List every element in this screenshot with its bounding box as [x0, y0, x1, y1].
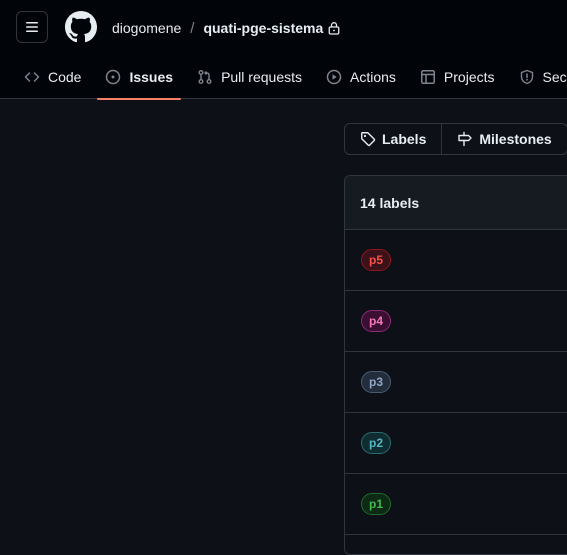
- tab-projects[interactable]: Projects: [412, 55, 503, 99]
- repo-tabs: Code Issues Pull requests Actions: [16, 55, 567, 99]
- tab-issues-label: Issues: [129, 69, 173, 85]
- label-row: p3: [345, 352, 567, 413]
- label-rows: p5 p4 p3 p2 p1: [345, 230, 567, 535]
- shield-icon: [519, 69, 535, 85]
- labels-button[interactable]: Labels: [345, 124, 441, 154]
- label-row: p4: [345, 291, 567, 352]
- git-pull-request-icon: [197, 69, 213, 85]
- lock-icon: [328, 21, 340, 35]
- table-icon: [420, 69, 436, 85]
- label-badge[interactable]: p3: [361, 371, 391, 393]
- tab-actions[interactable]: Actions: [318, 55, 404, 99]
- menu-button[interactable]: [16, 11, 48, 43]
- repo-owner-link[interactable]: diogomene: [112, 20, 181, 36]
- labels-count: 14 labels: [345, 176, 567, 230]
- hamburger-icon: [24, 19, 40, 35]
- label-badge[interactable]: p4: [361, 310, 391, 332]
- labels-milestones-toggle: Labels Milestones: [344, 123, 567, 155]
- label-badge[interactable]: p2: [361, 432, 391, 454]
- tab-projects-label: Projects: [444, 69, 495, 85]
- tab-pull-requests[interactable]: Pull requests: [189, 55, 310, 99]
- breadcrumb-separator: /: [190, 20, 194, 37]
- label-row: p5: [345, 230, 567, 291]
- tab-pull-requests-label: Pull requests: [221, 69, 302, 85]
- tab-actions-label: Actions: [350, 69, 396, 85]
- milestones-button-label: Milestones: [479, 131, 551, 147]
- tab-code-label: Code: [48, 69, 81, 85]
- repo-header: diogomene / quati-pge-sistema Code Issue…: [0, 0, 567, 99]
- milestones-button[interactable]: Milestones: [441, 124, 566, 154]
- label-row: p1: [345, 474, 567, 535]
- tab-issues[interactable]: Issues: [97, 55, 181, 99]
- labels-button-label: Labels: [382, 131, 426, 147]
- github-logo-icon[interactable]: [65, 11, 97, 43]
- tab-security[interactable]: Secu: [511, 55, 567, 99]
- label-badge[interactable]: p1: [361, 493, 391, 515]
- labels-list: 14 labels p5 p4 p3 p2 p1: [344, 175, 567, 555]
- code-icon: [24, 69, 40, 85]
- play-icon: [326, 69, 342, 85]
- issue-opened-icon: [105, 69, 121, 85]
- repo-name-link[interactable]: quati-pge-sistema: [203, 20, 323, 36]
- milestone-icon: [457, 131, 473, 147]
- tab-security-label: Secu: [543, 69, 567, 85]
- breadcrumb: diogomene / quati-pge-sistema: [112, 18, 340, 38]
- tab-code[interactable]: Code: [16, 55, 89, 99]
- label-badge[interactable]: p5: [361, 249, 391, 271]
- tag-icon: [360, 131, 376, 147]
- label-row: p2: [345, 413, 567, 474]
